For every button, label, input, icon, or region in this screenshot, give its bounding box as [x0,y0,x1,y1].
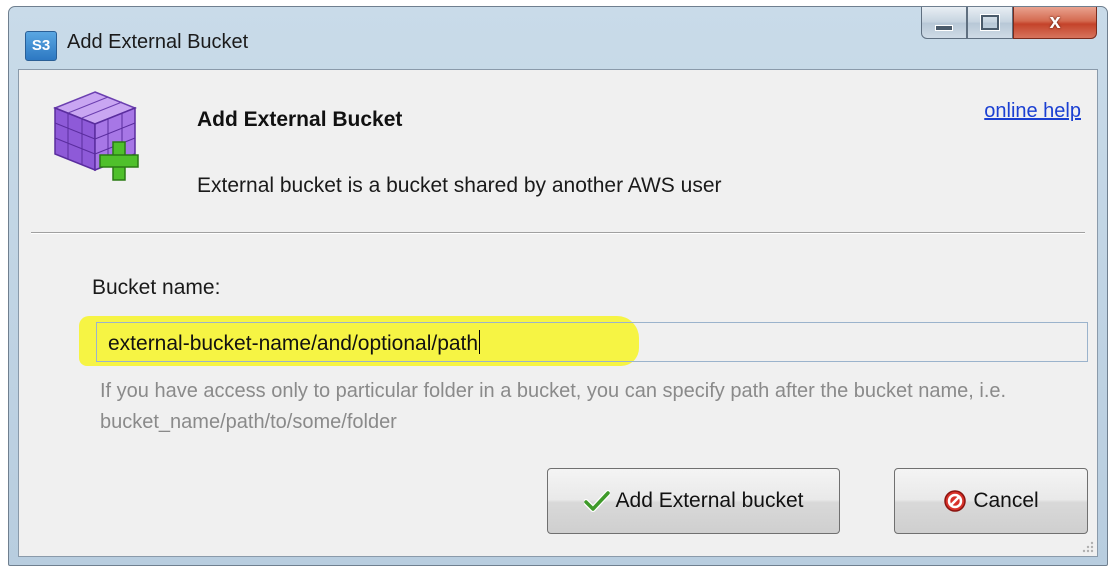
bucket-path-hint: If you have access only to particular fo… [100,380,1007,433]
title-bar[interactable]: S3 Add External Bucket x [9,7,1107,69]
window-title: Add External Bucket [67,31,249,53]
bucket-name-text: external-bucket-name/and/optional/path [108,332,479,355]
dialog-heading: Add External Bucket [197,108,403,131]
online-help-link[interactable]: online help [984,100,1081,123]
dialog-body: Add External Bucket External bucket is a… [18,69,1098,557]
add-external-bucket-label: Add External bucket [615,489,804,512]
minimize-icon [935,24,953,31]
close-icon: x [1049,11,1061,33]
bucket-name-value: external-bucket-name/and/optional/path [108,330,481,356]
no-entry-icon [944,490,967,512]
minimize-button[interactable] [921,7,967,39]
maximize-icon [981,15,999,30]
separator [31,232,1085,234]
bucket-name-label: Bucket name: [92,276,221,299]
checkmark-icon [583,490,610,512]
cancel-label: Cancel [973,489,1039,512]
cancel-button[interactable]: Cancel [894,468,1088,534]
dialog-description: External bucket is a bucket shared by an… [197,174,722,197]
maximize-button[interactable] [967,7,1013,39]
resize-grip[interactable] [1081,540,1095,554]
close-button[interactable]: x [1013,7,1097,39]
add-external-bucket-button[interactable]: Add External bucket [547,468,840,534]
window-controls: x [921,7,1097,41]
app-icon: S3 [25,31,57,61]
dialog-window: S3 Add External Bucket x Add External Bu… [8,6,1108,566]
cube-add-icon [52,91,139,181]
text-caret [479,330,481,354]
